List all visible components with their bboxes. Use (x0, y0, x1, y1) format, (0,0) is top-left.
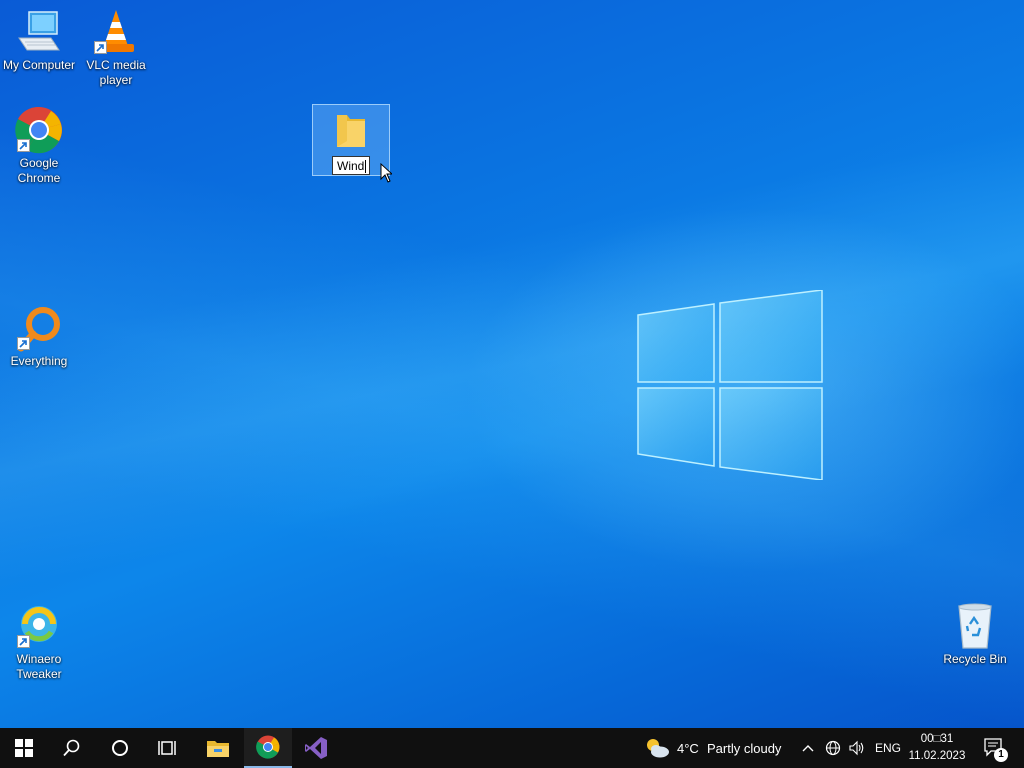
vlc-cone-icon (92, 8, 140, 56)
taskbar-visual-studio[interactable] (292, 728, 340, 768)
file-explorer-icon (207, 741, 229, 757)
desktop-icon-label: Recycle Bin (943, 652, 1007, 666)
taskbar-file-explorer[interactable] (194, 728, 242, 768)
cortana-button[interactable] (96, 728, 144, 768)
chrome-icon (256, 735, 280, 759)
task-view-icon (158, 741, 176, 755)
taskbar-google-chrome[interactable] (244, 728, 292, 768)
desktop-icon-label-line2: Tweaker (16, 667, 62, 681)
chevron-up-icon (802, 745, 814, 752)
clock-button[interactable]: 00□31 11.02.2023 (905, 731, 969, 765)
clock-date: 11.02.2023 (908, 750, 966, 762)
cortana-circle-icon (112, 740, 128, 756)
desktop-icon-label: Winaero (16, 652, 62, 666)
windows-wallpaper-logo (637, 290, 823, 480)
everything-search-icon (15, 304, 63, 352)
notification-count-badge: 1 (994, 748, 1008, 762)
desktop-icon-vlc[interactable]: VLC media player (77, 8, 155, 88)
speaker-volume-icon (849, 740, 864, 756)
volume-button[interactable] (846, 728, 868, 768)
folder-icon (337, 115, 365, 147)
shortcut-arrow-icon (17, 337, 30, 350)
desktop-icon-label: My Computer (2, 58, 76, 72)
action-center-button[interactable]: 1 (978, 728, 1012, 768)
winaero-tweaker-icon (15, 602, 63, 650)
desktop-icon-label: Google (19, 156, 59, 170)
start-button[interactable] (0, 728, 48, 768)
desktop-icon-label: Everything (10, 354, 68, 368)
partly-cloudy-icon (647, 739, 669, 758)
desktop-icon-label-line2: player (99, 73, 133, 87)
shortcut-arrow-icon (17, 635, 30, 648)
show-hidden-icons-button[interactable] (798, 728, 818, 768)
rename-text: Wind (337, 159, 365, 173)
input-language-indicator[interactable]: ENG (875, 741, 901, 755)
network-button[interactable] (822, 728, 844, 768)
desktop-icon-label: VLC media (86, 58, 146, 72)
desktop-icon-my-computer[interactable]: My Computer (0, 8, 78, 73)
clock-time: 00□31 (920, 733, 954, 745)
mouse-pointer-icon (380, 163, 392, 183)
desktop-icon-google-chrome[interactable]: Google Chrome (0, 106, 78, 186)
shortcut-arrow-icon (94, 41, 107, 54)
weather-temperature[interactable]: 4°C (677, 741, 699, 756)
windows-start-icon (15, 739, 33, 757)
desktop-icon-everything[interactable]: Everything (0, 304, 78, 369)
wallpaper-light-beam (0, 0, 1024, 768)
folder-rename-input[interactable]: Wind (332, 156, 370, 175)
shortcut-arrow-icon (17, 139, 30, 152)
search-button[interactable] (48, 728, 96, 768)
computer-icon (15, 8, 63, 56)
taskbar: 4°C Partly cloudy ENG 00□31 11.02.2023 1 (0, 728, 1024, 768)
wallpaper-light-beam-lower (0, 0, 1024, 768)
desktop-icon-winaero-tweaker[interactable]: Winaero Tweaker (0, 602, 78, 682)
desktop-icon-recycle-bin[interactable]: Recycle Bin (936, 602, 1014, 667)
task-view-button[interactable] (144, 728, 192, 768)
globe-network-icon (825, 740, 841, 756)
recycle-bin-icon (951, 602, 999, 650)
visual-studio-icon (305, 737, 327, 759)
weather-widget-button[interactable] (640, 728, 674, 768)
chrome-icon (15, 106, 63, 154)
text-caret (365, 160, 367, 174)
search-icon (63, 739, 80, 757)
desktop-icon-label-line2: Chrome (17, 171, 61, 185)
weather-condition[interactable]: Partly cloudy (707, 741, 781, 756)
